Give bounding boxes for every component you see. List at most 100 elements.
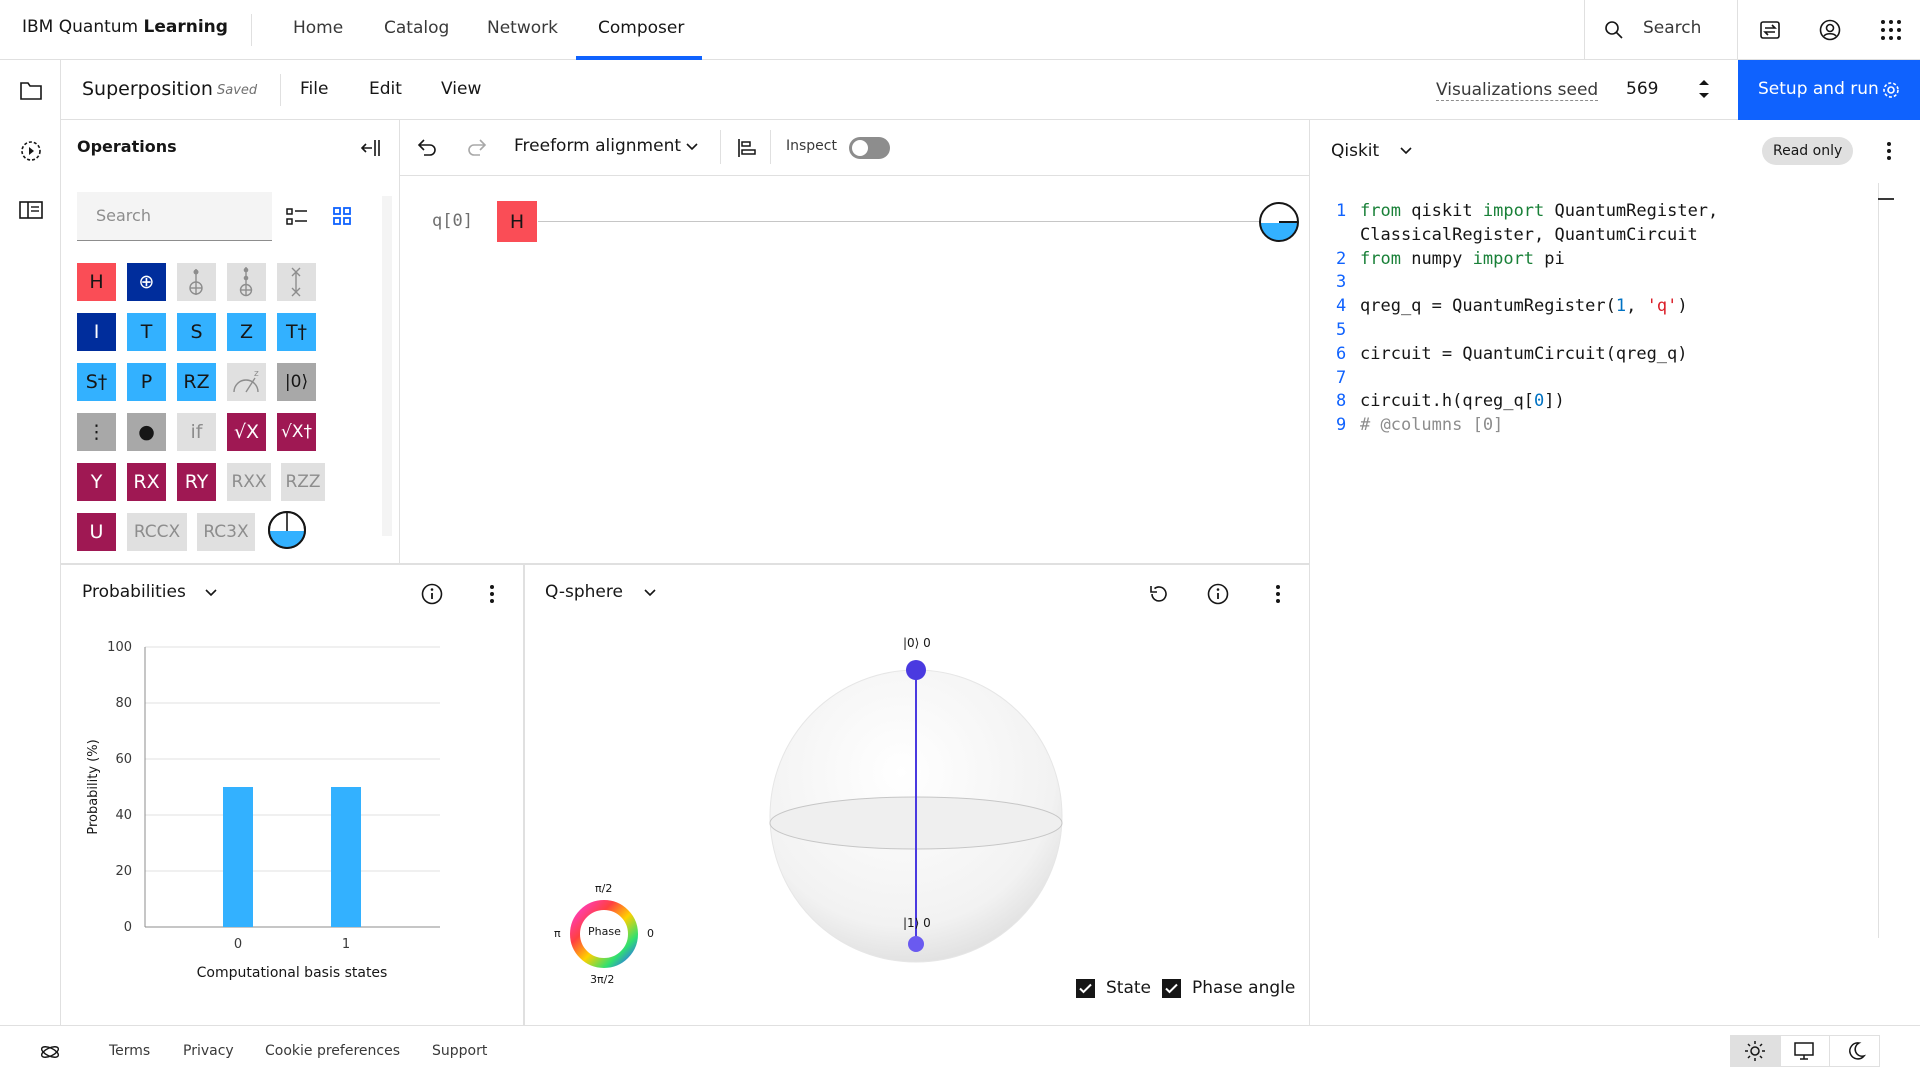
gate-rz[interactable]: RZ — [177, 363, 216, 401]
redo-icon[interactable] — [466, 137, 488, 157]
menu-edit[interactable]: Edit — [369, 79, 402, 99]
state-point-1[interactable] — [908, 936, 924, 952]
code-line: 6 circuit = QuantumCircuit(qreg_q) — [1336, 343, 1718, 367]
code-language-dropdown[interactable]: Qiskit — [1331, 141, 1379, 161]
reset-view-icon[interactable] — [1147, 584, 1169, 604]
overflow-menu-icon[interactable] — [1275, 583, 1281, 605]
seed-stepper-icon[interactable] — [1697, 76, 1711, 102]
gate-rzz[interactable]: RZZ — [281, 463, 325, 501]
circuit-gate-h[interactable]: H — [497, 201, 537, 242]
gate-s[interactable]: S — [177, 313, 216, 351]
circuit-name[interactable]: Superposition — [82, 78, 213, 100]
user-avatar-icon[interactable] — [1819, 19, 1841, 41]
gate-h[interactable]: H — [77, 263, 116, 301]
state-point-0[interactable] — [906, 660, 926, 680]
gate-u[interactable]: U — [77, 513, 116, 551]
moon-icon[interactable] — [1845, 1040, 1867, 1062]
visualizations-seed-label[interactable]: Visualizations seed — [1436, 80, 1599, 101]
docs-panel-icon[interactable] — [19, 200, 43, 220]
info-icon[interactable] — [421, 583, 443, 605]
gate-x[interactable]: √X — [227, 413, 266, 451]
gate-p[interactable]: P — [127, 363, 166, 401]
code-token: pi — [1534, 248, 1565, 269]
inspect-toggle-knob — [852, 140, 868, 156]
code-token: 1 — [1615, 296, 1627, 317]
align-left-icon[interactable] — [736, 137, 758, 159]
phase-angle-checkbox-label: Phase angle — [1192, 978, 1296, 998]
state-checkbox[interactable] — [1076, 979, 1095, 998]
y-axis-label: Probability (%) — [86, 739, 101, 834]
qsphere-dropdown[interactable]: Q-sphere — [545, 582, 623, 602]
brand-logo[interactable]: IBM Quantum Learning — [22, 17, 228, 37]
monitor-icon[interactable] — [1793, 1040, 1815, 1062]
overflow-menu-icon[interactable] — [1886, 140, 1892, 162]
gate-t[interactable]: T — [127, 313, 166, 351]
grid-view-icon[interactable] — [332, 206, 352, 226]
code-token: , — [1626, 296, 1647, 317]
line-number: 1 — [1336, 201, 1347, 221]
nav-link-network[interactable]: Network — [487, 18, 558, 38]
gate-rccx[interactable]: RCCX — [127, 513, 187, 551]
switcher-arrows-icon[interactable] — [1759, 19, 1781, 41]
app-switcher-icon[interactable] — [1880, 19, 1902, 41]
setup-and-run-button[interactable]: Setup and run — [1738, 60, 1920, 120]
gate-symbol[interactable]: ⊕ — [127, 263, 166, 301]
gate-rxx[interactable]: RXX — [227, 463, 271, 501]
gate-ry[interactable]: RY — [177, 463, 216, 501]
phase-angle-checkbox[interactable] — [1162, 979, 1181, 998]
code-token: ClassicalRegister, QuantumCircuit — [1360, 224, 1698, 245]
probabilities-dropdown[interactable]: Probabilities — [82, 582, 186, 602]
info-icon[interactable] — [1207, 583, 1229, 605]
code-editor[interactable]: 1 from qiskit import QuantumRegister, Clas… — [1336, 200, 1718, 438]
gate-x[interactable]: √X† — [277, 413, 316, 451]
footer-link-support[interactable]: Support — [432, 1043, 487, 1059]
line-number: 6 — [1336, 343, 1347, 364]
gate-s[interactable]: S† — [77, 363, 116, 401]
gate-rx[interactable]: RX — [127, 463, 166, 501]
overflow-menu-icon[interactable] — [489, 583, 495, 605]
qubit-label[interactable]: q[0] — [432, 211, 473, 231]
code-token: numpy — [1411, 248, 1473, 269]
alignment-dropdown[interactable]: Freeform alignment — [514, 136, 681, 156]
save-status: Saved — [217, 83, 258, 98]
jobs-history-icon[interactable] — [19, 139, 43, 163]
seed-value-input[interactable]: 569 — [1626, 79, 1658, 99]
footer-link-terms[interactable]: Terms — [109, 1043, 150, 1059]
theme-divider — [1780, 1036, 1781, 1066]
collapse-panel-icon[interactable] — [360, 137, 382, 159]
nav-divider — [251, 14, 252, 46]
gate-if[interactable]: if — [177, 413, 216, 451]
code-scroll-thumb[interactable] — [1878, 198, 1894, 200]
operations-title: Operations — [77, 137, 177, 156]
ibm-quantum-logo-icon[interactable] — [39, 1042, 61, 1062]
gate-t[interactable]: T† — [277, 313, 316, 351]
menu-file[interactable]: File — [300, 79, 328, 99]
gate-symbol[interactable]: ● — [127, 413, 166, 451]
gate-rc3x[interactable]: RC3X — [197, 513, 255, 551]
code-scrollbar[interactable] — [1878, 183, 1879, 938]
qubit-state-disk-icon[interactable] — [1258, 201, 1300, 243]
gate-0[interactable]: |0⟩ — [277, 363, 316, 401]
undo-icon[interactable] — [416, 137, 438, 157]
toffoli-icon — [239, 267, 253, 297]
inspect-label: Inspect — [786, 138, 837, 154]
bloch-disk-gate-icon[interactable] — [267, 510, 307, 550]
cnot-icon — [189, 269, 203, 295]
list-view-icon[interactable] — [286, 207, 308, 227]
nav-link-catalog[interactable]: Catalog — [384, 18, 449, 38]
operations-scrollbar[interactable] — [382, 196, 392, 536]
footer-link-cookie-preferences[interactable]: Cookie preferences — [265, 1043, 400, 1059]
gate-y[interactable]: Y — [77, 463, 116, 501]
x-axis-label: Computational basis states — [197, 965, 388, 981]
nav-link-composer[interactable]: Composer — [598, 18, 684, 38]
menu-view[interactable]: View — [441, 79, 481, 99]
gate-symbol[interactable]: ⋮ — [77, 413, 116, 451]
line-number: 2 — [1336, 248, 1347, 269]
nav-link-home[interactable]: Home — [293, 18, 343, 38]
folder-icon[interactable] — [19, 80, 43, 102]
phase-label-right: 0 — [647, 927, 654, 940]
sun-icon — [1745, 1041, 1765, 1061]
footer-link-privacy[interactable]: Privacy — [183, 1043, 234, 1059]
gate-i[interactable]: I — [77, 313, 116, 351]
gate-z[interactable]: Z — [227, 313, 266, 351]
